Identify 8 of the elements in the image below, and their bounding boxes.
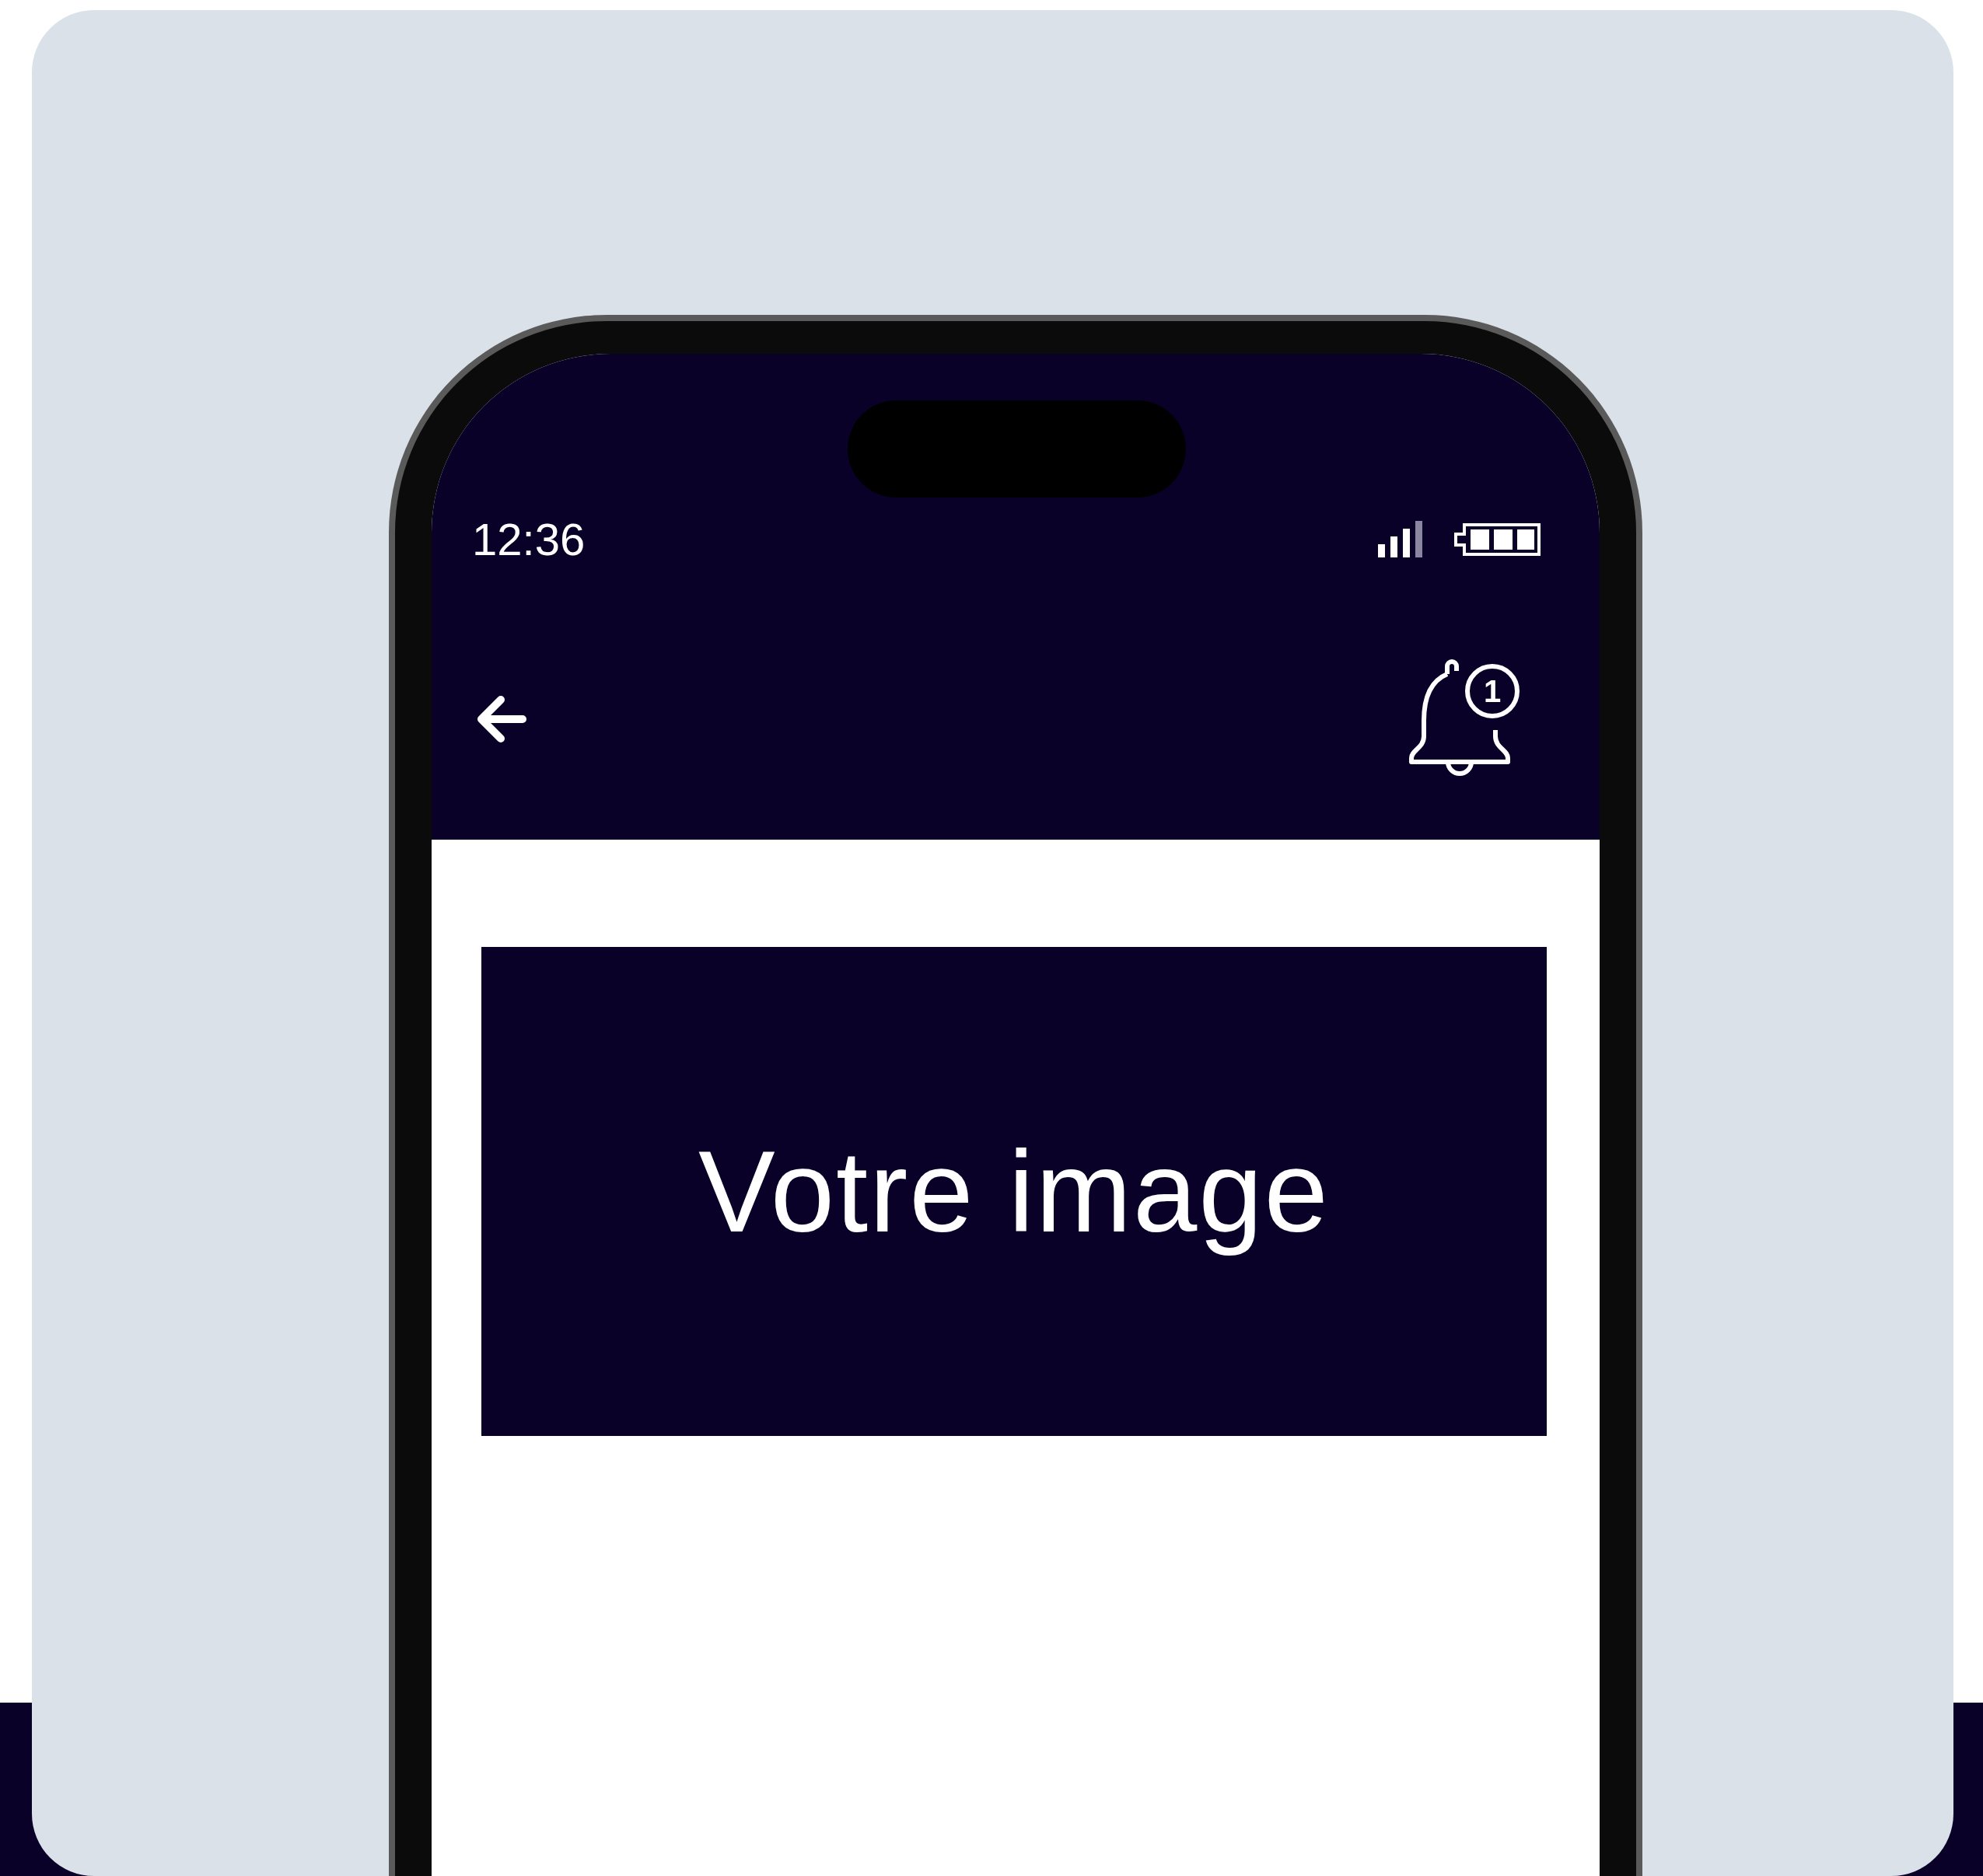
bell-icon xyxy=(1409,659,1510,776)
status-time: 12:36 xyxy=(472,513,586,565)
notification-button[interactable]: 1 xyxy=(1405,659,1522,781)
banner-title: Votre image xyxy=(698,1126,1330,1257)
signal-icon xyxy=(1378,521,1422,557)
notification-count: 1 xyxy=(1483,674,1502,708)
battery-icon xyxy=(1453,521,1541,557)
count-badge xyxy=(1465,664,1520,718)
